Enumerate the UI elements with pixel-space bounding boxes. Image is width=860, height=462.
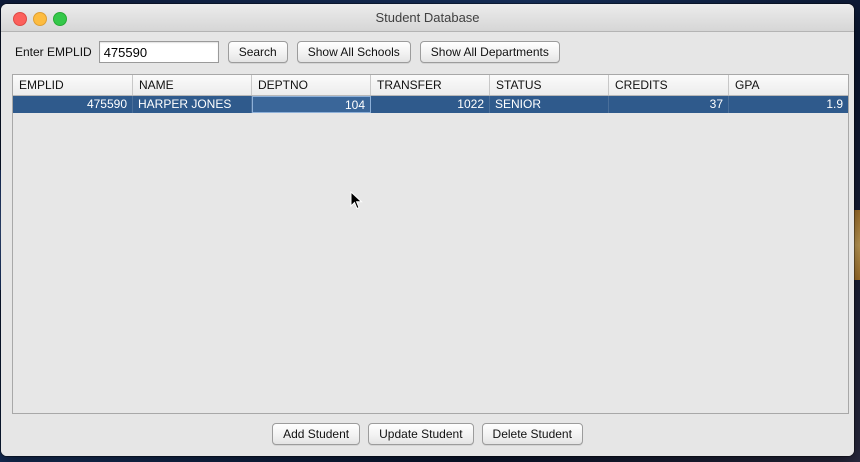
table-header: EMPLID NAME DEPTNO TRANSFER STATUS CREDI… bbox=[13, 75, 848, 96]
update-student-button[interactable]: Update Student bbox=[368, 423, 474, 445]
column-header-transfer[interactable]: TRANSFER bbox=[371, 75, 490, 95]
main-panel: Enter EMPLID Search Show All Schools Sho… bbox=[1, 32, 854, 456]
emplid-input[interactable] bbox=[98, 41, 219, 63]
mouse-pointer-icon bbox=[350, 190, 364, 216]
cell-name[interactable]: HARPER JONES bbox=[133, 96, 252, 113]
search-button[interactable]: Search bbox=[227, 41, 288, 63]
student-database-window: Student Database Enter EMPLID Search Sho… bbox=[1, 4, 854, 456]
window-title: Student Database bbox=[375, 10, 480, 25]
search-toolbar: Enter EMPLID Search Show All Schools Sho… bbox=[15, 40, 560, 64]
cell-deptno[interactable]: 104 bbox=[252, 96, 371, 113]
emplid-label: Enter EMPLID bbox=[15, 45, 92, 59]
cell-credits[interactable]: 37 bbox=[609, 96, 729, 113]
cell-transfer[interactable]: 1022 bbox=[371, 96, 490, 113]
column-header-name[interactable]: NAME bbox=[133, 75, 252, 95]
column-header-credits[interactable]: CREDITS bbox=[609, 75, 729, 95]
show-all-schools-button[interactable]: Show All Schools bbox=[296, 41, 411, 63]
show-all-departments-button[interactable]: Show All Departments bbox=[419, 41, 560, 63]
column-header-deptno[interactable]: DEPTNO bbox=[252, 75, 371, 95]
delete-student-button[interactable]: Delete Student bbox=[481, 423, 583, 445]
cell-gpa[interactable]: 1.9 bbox=[729, 96, 848, 113]
add-student-button[interactable]: Add Student bbox=[272, 423, 361, 445]
column-header-emplid[interactable]: EMPLID bbox=[13, 75, 133, 95]
student-table[interactable]: EMPLID NAME DEPTNO TRANSFER STATUS CREDI… bbox=[12, 74, 849, 414]
title-bar[interactable]: Student Database bbox=[1, 4, 854, 32]
action-bar: Add Student Update Student Delete Studen… bbox=[1, 423, 854, 445]
cell-emplid[interactable]: 475590 bbox=[13, 96, 133, 113]
column-header-status[interactable]: STATUS bbox=[490, 75, 609, 95]
cell-status[interactable]: SENIOR bbox=[490, 96, 609, 113]
table-row[interactable]: 475590 HARPER JONES 104 1022 SENIOR 37 1… bbox=[13, 96, 848, 113]
column-header-gpa[interactable]: GPA bbox=[729, 75, 848, 95]
